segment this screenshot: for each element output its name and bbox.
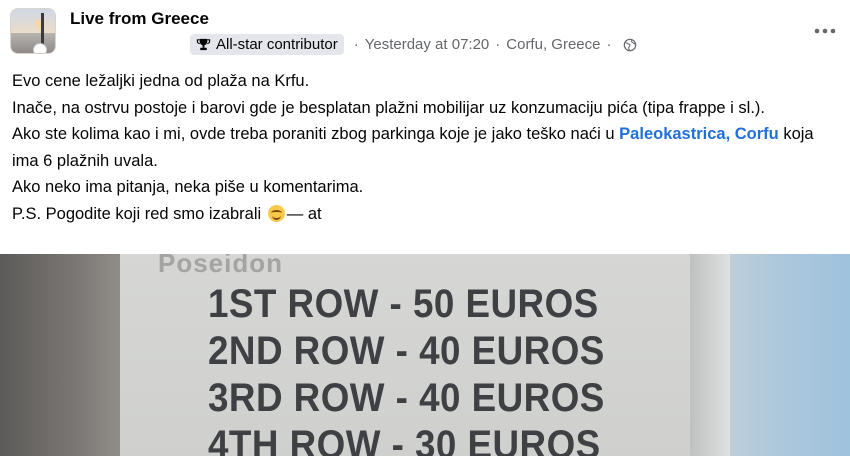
- meta-separator: ·: [606, 36, 612, 53]
- post-text-line: Ako ste kolima kao i mi, ovde treba pora…: [12, 121, 838, 174]
- price-sign-edge: [690, 254, 730, 456]
- sign-price-row: 1ST ROW - 50 EUROS: [208, 282, 599, 326]
- post-photo[interactable]: Poseidon 1ST ROW - 50 EUROS 2ND ROW - 40…: [0, 254, 850, 456]
- post-text-line: Inače, na ostrvu postoje i barovi gde je…: [12, 98, 765, 117]
- sign-price-row: 3RD ROW - 40 EUROS: [208, 376, 605, 420]
- smiling-emoji-icon: [267, 204, 285, 222]
- avatar-badge: [33, 43, 47, 53]
- location-link[interactable]: Paleokastrica, Corfu: [619, 125, 779, 143]
- post-location[interactable]: Corfu, Greece: [506, 36, 600, 53]
- post-text-segment: P.S. Pogodite koji red smo izabrali: [12, 204, 266, 223]
- post-timestamp[interactable]: Yesterday at 07:20: [365, 36, 490, 53]
- trophy-icon: [196, 38, 211, 51]
- post-header: Live from Greece All-star contributor · …: [0, 0, 850, 66]
- post-text-line: Ako neko ima pitanja, neka piše u koment…: [12, 178, 364, 196]
- group-name-link[interactable]: Live from Greece: [70, 9, 209, 29]
- meta-separator: ·: [353, 36, 359, 53]
- more-options-button[interactable]: [812, 18, 838, 44]
- meta-separator: ·: [495, 36, 501, 53]
- globe-icon[interactable]: [623, 38, 637, 52]
- contributor-badge[interactable]: All-star contributor: [190, 34, 344, 55]
- post-text-line: Evo cene ležaljki jedna od plaža na Krfu…: [12, 72, 310, 90]
- avatar-sky: [11, 9, 55, 34]
- contributor-badge-label: All-star contributor: [216, 36, 338, 53]
- more-options-icon: [814, 28, 836, 34]
- post-text-segment: — at: [286, 204, 322, 223]
- post-text-segment: Ako ste kolima kao i mi, ovde treba pora…: [12, 125, 620, 143]
- sign-price-row: 4TH ROW - 30 EUROS: [208, 423, 601, 456]
- post-text-line: P.S. Pogodite koji red smo izabrali — at: [12, 201, 838, 228]
- photo-background-left: [0, 254, 130, 456]
- post-meta: All-star contributor · Yesterday at 07:2…: [190, 34, 637, 55]
- group-avatar[interactable]: [10, 8, 56, 54]
- post-text: Evo cene ležaljki jedna od plaža na Krfu…: [12, 68, 838, 227]
- sign-header-text: Poseidon: [158, 254, 284, 278]
- sign-price-row: 2ND ROW - 40 EUROS: [208, 329, 605, 373]
